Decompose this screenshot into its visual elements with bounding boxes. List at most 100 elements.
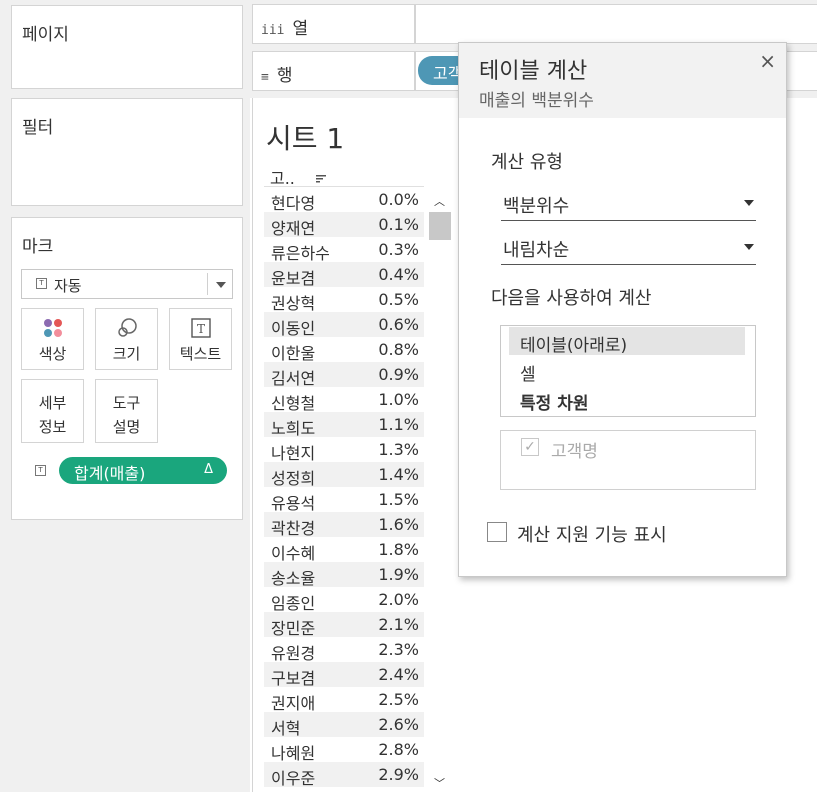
svg-text:T: T [196, 322, 204, 336]
scrollbar[interactable]: ︿ ﹀ [429, 187, 451, 792]
size-button[interactable]: 크기 [95, 308, 158, 370]
table-row[interactable]: 류은하수 0.3% [264, 237, 424, 263]
table-row[interactable]: 나혜원 2.8% [264, 737, 424, 763]
scroll-up-icon[interactable]: ︿ [434, 193, 445, 209]
table-row[interactable]: 김서연 0.9% [264, 362, 424, 388]
percentile-value: 0.9% [378, 365, 419, 384]
text-button[interactable]: T 텍스트 [169, 308, 232, 370]
table-row[interactable]: 윤보겸 0.4% [264, 262, 424, 288]
columns-icon: iii [261, 23, 285, 38]
marks-title: 마크 [22, 237, 54, 257]
table-row[interactable]: 유원경 2.3% [264, 637, 424, 663]
customer-name: 이수혜 [271, 544, 316, 563]
table-row[interactable]: 이한울 0.8% [264, 337, 424, 363]
sort-order-value: 내림차순 [503, 240, 570, 261]
tooltip-label-1: 도구 [112, 394, 141, 412]
customer-name: 노희도 [271, 419, 316, 438]
table-row[interactable]: 권지애 2.5% [264, 687, 424, 713]
color-button[interactable]: 색상 [21, 308, 84, 370]
dimension-checkbox[interactable]: ✓ [521, 438, 539, 456]
percentile-value: 2.9% [378, 765, 419, 784]
table-row[interactable]: 구보겸 2.4% [264, 662, 424, 688]
calc-type-label: 계산 유형 [491, 152, 563, 173]
detail-button[interactable]: 세부 정보 [21, 379, 84, 443]
customer-name: 윤보겸 [271, 269, 316, 288]
columns-drop-area[interactable] [415, 4, 817, 44]
tooltip-button[interactable]: 도구 설명 [95, 379, 158, 443]
table-row[interactable]: 이우준 2.9% [264, 762, 424, 788]
scroll-down-icon[interactable]: ﹀ [434, 775, 445, 791]
customer-name: 서혁 [271, 719, 301, 738]
option-cell-label: 셀 [520, 365, 536, 385]
sort-icon [316, 175, 326, 183]
percentile-value: 1.1% [378, 415, 419, 434]
percentile-value: 0.1% [378, 215, 419, 234]
table-row[interactable]: 나현지 1.3% [264, 437, 424, 463]
table-row[interactable]: 임종인 2.0% [264, 587, 424, 613]
close-icon[interactable]: × [759, 49, 776, 73]
percentile-value: 1.0% [378, 390, 419, 409]
percentile-value: 1.6% [378, 515, 419, 534]
size-label: 크기 [112, 345, 141, 363]
show-assist-checkbox[interactable] [487, 522, 507, 542]
customer-name: 이우준 [271, 769, 316, 788]
size-icon [117, 318, 137, 337]
columns-text: 열 [292, 19, 309, 39]
table-row[interactable]: 이수혜 1.8% [264, 537, 424, 563]
option-table-down-label: 테이블(아래로) [520, 336, 628, 356]
table-row[interactable]: 이동인 0.6% [264, 312, 424, 338]
option-cell[interactable]: 셀 [509, 357, 745, 385]
customer-name: 송소율 [271, 569, 316, 588]
customer-name: 신형철 [271, 394, 316, 413]
pages-card[interactable]: 페이지 [11, 5, 243, 89]
percentile-value: 1.5% [378, 490, 419, 509]
filters-card[interactable]: 필터 [11, 98, 243, 206]
calc-type-dropdown[interactable]: 백분위수 [501, 186, 756, 221]
table-row[interactable]: 서혁 2.6% [264, 712, 424, 738]
table-row[interactable]: 현다영 0.0% [264, 187, 424, 213]
sort-order-dropdown[interactable]: 내림차순 [501, 230, 756, 265]
table-row[interactable]: 장민준 2.1% [264, 612, 424, 638]
detail-label-2: 정보 [38, 418, 67, 436]
sheet-title: 시트 1 [266, 122, 345, 155]
customer-name: 류은하수 [271, 244, 330, 263]
table-row[interactable]: 노희도 1.1% [264, 412, 424, 438]
table-row[interactable]: 곽찬경 1.6% [264, 512, 424, 538]
table-row[interactable]: 양재연 0.1% [264, 212, 424, 238]
percentile-value: 2.3% [378, 640, 419, 659]
option-table-down[interactable]: 테이블(아래로) [509, 327, 745, 356]
customer-name: 장민준 [271, 619, 316, 638]
columns-shelf[interactable]: iii 열 [252, 4, 415, 44]
columns-label: iii 열 [261, 14, 308, 39]
table-row[interactable]: 유용석 1.5% [264, 487, 424, 513]
table-row[interactable]: 신형철 1.0% [264, 387, 424, 413]
customer-name: 곽찬경 [271, 519, 316, 538]
sum-sales-pill[interactable]: 합계(매출) Δ [59, 457, 227, 484]
mark-type-icon: T [36, 278, 47, 289]
table-calc-delta-icon: Δ [204, 462, 213, 477]
table-row[interactable]: 성정희 1.4% [264, 462, 424, 488]
table-row[interactable]: 송소율 1.9% [264, 562, 424, 588]
customer-name: 구보겸 [271, 669, 316, 688]
tooltip-label-2: 설명 [112, 418, 141, 436]
percentile-value: 1.8% [378, 540, 419, 559]
percentile-value: 0.0% [378, 190, 419, 209]
calc-type-value: 백분위수 [503, 196, 570, 217]
customer-name: 나현지 [271, 444, 316, 463]
scroll-thumb[interactable] [429, 212, 451, 240]
percentile-value: 0.5% [378, 290, 419, 309]
mark-type-dropdown[interactable]: T 자동 [21, 269, 233, 299]
chevron-down-icon [744, 200, 754, 206]
customer-name: 양재연 [271, 219, 316, 238]
rows-icon: ≡ [261, 70, 269, 85]
chevron-down-icon [216, 282, 226, 288]
text-label: 텍스트 [179, 345, 222, 363]
option-specific-dimensions[interactable]: 특정 차원 [509, 386, 745, 414]
table-row[interactable]: 권상혁 0.5% [264, 287, 424, 313]
rows-shelf[interactable]: ≡ 행 [252, 51, 415, 91]
customer-name: 권지애 [271, 694, 316, 713]
rows-label: ≡ 행 [261, 61, 292, 86]
percentile-value: 0.3% [378, 240, 419, 259]
percentile-value: 0.8% [378, 340, 419, 359]
customer-name: 성정희 [271, 469, 316, 488]
